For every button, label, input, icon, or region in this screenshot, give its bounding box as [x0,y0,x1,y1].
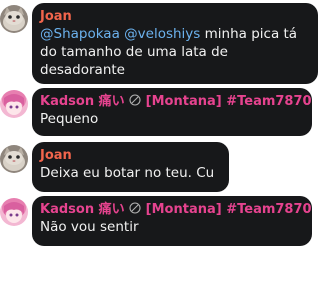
author-name-part: Kadson 痛い [40,94,125,109]
anime-girl-avatar-icon[interactable] [0,198,28,226]
prohibited-circle-icon [129,202,141,214]
chat-message: Kadson 痛い [Montana] #Team7870 Pequeno [0,88,320,138]
author-name[interactable]: Kadson 痛い [Montana] #Team7870 [40,202,312,218]
cat-avatar-icon[interactable] [0,145,28,173]
message-text-segment: do tamanho de uma lata de [40,44,228,60]
anime-girl-avatar-icon[interactable] [0,90,28,118]
message-bubble[interactable]: Kadson 痛い [Montana] #Team7870 Não vou se… [32,196,312,246]
cat-avatar-icon[interactable] [0,5,28,33]
message-text: Deixa eu botar no teu. Cu [40,165,215,181]
message-bubble[interactable]: Joan Deixa eu botar no teu. Cu [32,142,229,192]
chat-message: Kadson 痛い [Montana] #Team7870 Não vou se… [0,196,320,248]
message-text-segment: minha pica tá [200,26,298,42]
author-name[interactable]: Joan [40,148,219,164]
mention-link[interactable]: @Shapokaa [40,26,120,42]
message-bubble[interactable]: Kadson 痛い [Montana] #Team7870 Pequeno [32,88,312,136]
message-text: Não vou sentir [40,219,139,235]
message-text: Pequeno [40,111,99,127]
mention-link[interactable]: @veloshiys [124,26,200,42]
message-text: @Shapokaa @veloshiys minha pica tá do ta… [40,25,308,79]
author-name[interactable]: Joan [40,9,308,25]
chat-message: Joan @Shapokaa @veloshiys minha pica tá … [0,0,320,84]
author-name[interactable]: Kadson 痛い [Montana] #Team7870 [40,94,312,110]
chat-message: Joan Deixa eu botar no teu. Cu [0,142,320,192]
author-name-part: [Montana] #Team7870 [141,94,312,109]
author-name-part: [Montana] #Team7870 [141,202,312,217]
prohibited-circle-icon [129,94,141,106]
author-name-part: Kadson 痛い [40,202,125,217]
message-bubble[interactable]: Joan @Shapokaa @veloshiys minha pica tá … [32,3,318,84]
message-text-segment: desadorante [40,62,125,78]
